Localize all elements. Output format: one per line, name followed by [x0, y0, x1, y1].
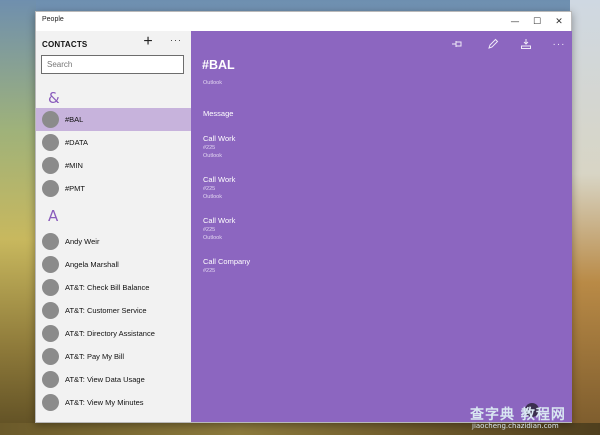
- contact-row[interactable]: AT&T: Check Bill Balance: [36, 276, 191, 299]
- call-action[interactable]: Call Work #225 Outlook: [203, 216, 235, 241]
- action-label: Call Work: [203, 175, 236, 184]
- contact-source: Outlook: [203, 80, 222, 86]
- pin-button[interactable]: [449, 37, 465, 51]
- desktop-background-right: [570, 0, 600, 435]
- contact-row[interactable]: #PMT: [36, 177, 191, 200]
- maximize-button[interactable]: ☐: [526, 12, 548, 31]
- contact-name: #BAL: [65, 115, 84, 124]
- avatar: [42, 302, 59, 319]
- contacts-sidebar: CONTACTS + ··· & #BAL #DATA #MIN #PMT A …: [36, 31, 191, 422]
- contact-row[interactable]: AT&T: View My Minutes: [36, 391, 191, 414]
- contacts-header: CONTACTS: [42, 40, 88, 49]
- avatar: [42, 394, 59, 411]
- call-action[interactable]: Call Work #225 Outlook: [203, 175, 235, 200]
- contact-name: AT&T: Directory Assistance: [65, 329, 155, 338]
- contact-row[interactable]: AT&T: View Data Usage: [36, 368, 191, 391]
- contact-row[interactable]: AT&T: Directory Assistance: [36, 322, 191, 345]
- close-button[interactable]: ✕: [548, 12, 570, 31]
- contact-detail-pane: ··· #BAL Outlook Message Call Work #225 …: [191, 31, 572, 422]
- contact-name: AT&T: Check Bill Balance: [65, 283, 150, 292]
- add-contact-button[interactable]: +: [141, 33, 155, 51]
- contact-row[interactable]: #MIN: [36, 154, 191, 177]
- call-action[interactable]: Call Work #225 Outlook: [203, 134, 235, 159]
- avatar: [42, 233, 59, 250]
- contact-name: AT&T: View My Minutes: [65, 398, 144, 407]
- people-app-window: People — ☐ ✕ CONTACTS + ··· & #BAL #DATA…: [35, 11, 572, 423]
- watermark-url: jiaocheng.chazidian.com: [472, 422, 559, 430]
- avatar: [42, 157, 59, 174]
- action-label: Call Work: [203, 216, 236, 225]
- watermark: 查字典 教程网 jiaocheng.chazidian.com: [470, 404, 595, 434]
- action-number: #225: [203, 145, 216, 151]
- action-label: Call Work: [203, 134, 236, 143]
- contact-name: Andy Weir: [65, 237, 100, 246]
- contact-row[interactable]: Andy Weir: [36, 230, 191, 253]
- contact-name: AT&T: Customer Service: [65, 306, 147, 315]
- avatar: [42, 134, 59, 151]
- action-label: Message: [203, 109, 234, 118]
- contact-name: Angela Marshall: [65, 260, 119, 269]
- action-source: Outlook: [203, 194, 222, 200]
- title-bar: People — ☐ ✕: [36, 12, 571, 31]
- avatar: [42, 325, 59, 342]
- contact-name: AT&T: Pay My Bill: [65, 352, 125, 361]
- contact-name: AT&T: View Data Usage: [65, 375, 145, 384]
- avatar: [42, 348, 59, 365]
- pencil-icon: [488, 38, 499, 49]
- avatar: [42, 180, 59, 197]
- action-label: Call Company: [203, 257, 251, 266]
- contact-name: #PMT: [65, 184, 86, 193]
- contact-row[interactable]: AT&T: Customer Service: [36, 299, 191, 322]
- group-letter-ampersand[interactable]: &: [48, 89, 60, 107]
- desktop-background-left: [0, 0, 36, 435]
- contact-row-selected[interactable]: #BAL: [36, 108, 191, 131]
- edit-button[interactable]: [485, 37, 501, 51]
- detail-more-button[interactable]: ···: [551, 37, 567, 51]
- minimize-button[interactable]: —: [504, 12, 526, 31]
- action-number: #225: [203, 268, 216, 274]
- sidebar-more-button[interactable]: ···: [170, 35, 182, 45]
- action-number: #225: [203, 186, 216, 192]
- app-title: People: [42, 16, 64, 23]
- action-source: Outlook: [203, 153, 222, 159]
- search-input[interactable]: [41, 55, 184, 74]
- contact-row[interactable]: AT&T: Pay My Bill: [36, 345, 191, 368]
- watermark-main: 查字典 教程网: [470, 407, 566, 423]
- share-button[interactable]: [518, 37, 534, 51]
- avatar: [42, 279, 59, 296]
- contact-name: #MIN: [65, 161, 83, 170]
- action-number: #225: [203, 227, 216, 233]
- contact-row[interactable]: Angela Marshall: [36, 253, 191, 276]
- pin-icon: [452, 41, 462, 47]
- contact-name: #DATA: [65, 138, 89, 147]
- share-icon: [521, 39, 531, 49]
- group-letter-a[interactable]: A: [48, 207, 58, 225]
- contact-name-heading: #BAL: [202, 58, 235, 72]
- avatar: [42, 256, 59, 273]
- avatar: [42, 371, 59, 388]
- avatar: [42, 111, 59, 128]
- action-source: Outlook: [203, 235, 222, 241]
- call-company-action[interactable]: Call Company #225: [203, 257, 250, 274]
- contact-row[interactable]: #DATA: [36, 131, 191, 154]
- message-action[interactable]: Message: [203, 109, 233, 118]
- plus-icon: +: [143, 33, 153, 50]
